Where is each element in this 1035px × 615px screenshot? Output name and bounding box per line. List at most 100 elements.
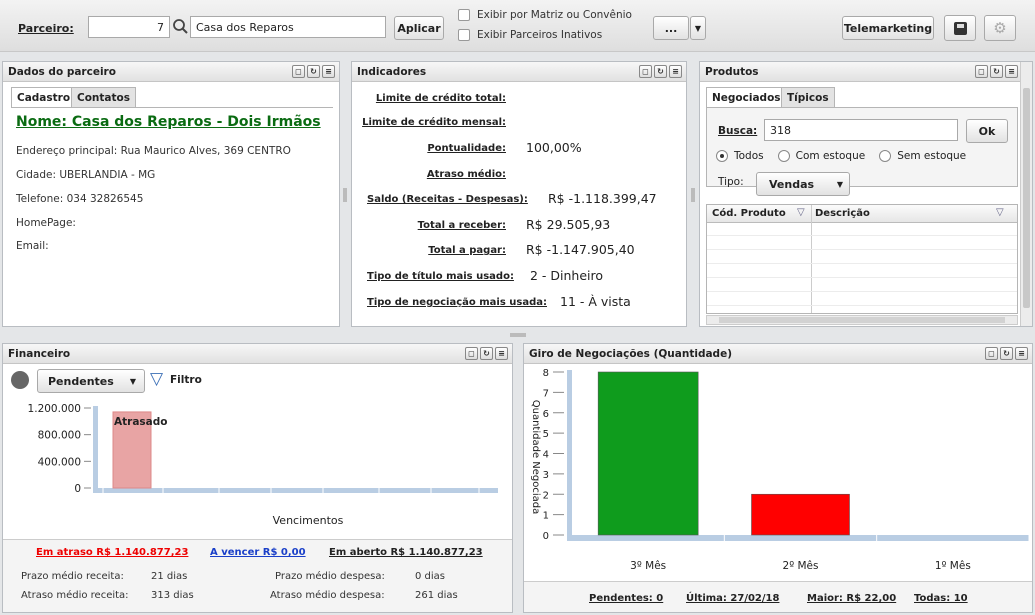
maximize-icon[interactable]: ◻ bbox=[465, 347, 478, 360]
financial-chart: 1.200.000 800.000 400.000 0 Atrasado Vencimen… bbox=[28, 403, 498, 527]
partner-code-input[interactable]: 7 bbox=[88, 16, 170, 38]
last-deal-link[interactable]: Última: 27/02/18 bbox=[686, 593, 779, 604]
menu-icon[interactable]: ≡ bbox=[495, 347, 508, 360]
indicators-panel: Indicadores ◻ ↻ ≡ Limite de crédito tota… bbox=[351, 61, 687, 327]
table-row[interactable] bbox=[707, 265, 1017, 278]
y-tick-label: 0 bbox=[74, 483, 81, 495]
splitter-handle[interactable] bbox=[343, 188, 347, 202]
chart-type-icon[interactable] bbox=[11, 371, 29, 389]
x-tick-label: 3º Mês bbox=[630, 560, 666, 572]
y-axis-bar bbox=[93, 406, 98, 488]
partner-name-input[interactable]: Casa dos Reparos bbox=[190, 16, 386, 38]
horizontal-scrollbar[interactable] bbox=[706, 315, 1018, 325]
stat-value: 0 dias bbox=[415, 571, 446, 582]
refresh-icon[interactable]: ↻ bbox=[1000, 347, 1013, 360]
apply-button[interactable]: Aplicar bbox=[394, 16, 444, 40]
partner-name-link[interactable]: Nome: Casa dos Reparos - Dois Irmãos bbox=[16, 114, 321, 130]
ok-button[interactable]: Ok bbox=[966, 119, 1008, 143]
save-icon bbox=[953, 21, 967, 35]
y-tick-label: 4 bbox=[543, 450, 549, 461]
indicator-label: Limite de crédito mensal: bbox=[362, 117, 506, 128]
y-axis-label: Quantidade Negociada bbox=[530, 400, 541, 515]
indicator-label: Saldo (Receitas - Despesas): bbox=[367, 194, 528, 205]
y-tick-label: 3 bbox=[543, 470, 549, 481]
radio-com-estoque[interactable] bbox=[777, 150, 790, 162]
refresh-icon[interactable]: ↻ bbox=[654, 65, 667, 78]
open-link[interactable]: Em aberto R$ 1.140.877,23 bbox=[329, 547, 483, 558]
maximize-icon[interactable]: ◻ bbox=[985, 347, 998, 360]
col-desc-header[interactable]: Descrição bbox=[815, 208, 870, 219]
max-deal-link[interactable]: Maior: R$ 22,00 bbox=[807, 593, 896, 604]
inactive-checkbox-label: Exibir Parceiros Inativos bbox=[477, 29, 603, 41]
y-tick-label: 400.000 bbox=[38, 456, 81, 468]
col-code-header[interactable]: Cód. Produto bbox=[712, 208, 786, 219]
table-row[interactable] bbox=[707, 223, 1017, 236]
search-icon[interactable] bbox=[172, 17, 190, 37]
refresh-icon[interactable]: ↻ bbox=[990, 65, 1003, 78]
pending-count-link[interactable]: Pendentes: 0 bbox=[589, 593, 663, 604]
radio-sem-estoque[interactable] bbox=[879, 150, 892, 162]
filter-label[interactable]: Filtro bbox=[170, 374, 202, 386]
bar-2 bbox=[751, 493, 850, 536]
radio-com-estoque-label: Com estoque bbox=[795, 150, 866, 162]
more-options-dropdown[interactable]: ▼ bbox=[690, 16, 706, 40]
menu-icon[interactable]: ≡ bbox=[669, 65, 682, 78]
inactive-checkbox[interactable]: Exibir Parceiros Inativos bbox=[458, 29, 602, 41]
tab-contatos[interactable]: Contatos bbox=[71, 87, 136, 107]
tab-tipicos[interactable]: Típicos bbox=[781, 87, 835, 107]
gear-icon: ⚙ bbox=[993, 19, 1007, 37]
stat-value: 21 dias bbox=[151, 571, 188, 582]
financial-panel-header: Financeiro ◻ ↻ ≡ bbox=[3, 344, 512, 364]
table-row[interactable] bbox=[707, 293, 1017, 306]
vertical-scrollbar[interactable] bbox=[1020, 62, 1032, 326]
maximize-icon[interactable]: ◻ bbox=[292, 65, 305, 78]
tab-cadastro[interactable]: Cadastro bbox=[11, 87, 77, 107]
filter-icon[interactable]: ▽ bbox=[996, 207, 1004, 218]
status-filter-select[interactable]: Pendentes ▼ bbox=[37, 369, 145, 393]
checkbox-box[interactable] bbox=[458, 9, 470, 21]
stat-value: 313 dias bbox=[151, 590, 194, 601]
product-search-input[interactable]: 318 bbox=[764, 119, 958, 141]
bar-1 bbox=[597, 371, 699, 536]
settings-button[interactable]: ⚙ bbox=[984, 15, 1016, 41]
menu-icon[interactable]: ≡ bbox=[1015, 347, 1028, 360]
table-row[interactable] bbox=[707, 279, 1017, 292]
checkbox-box[interactable] bbox=[458, 29, 470, 41]
refresh-icon[interactable]: ↻ bbox=[480, 347, 493, 360]
stat-value: 261 dias bbox=[415, 590, 458, 601]
matrix-checkbox[interactable]: Exibir por Matriz ou Convênio bbox=[458, 9, 632, 21]
splitter-handle[interactable] bbox=[691, 188, 695, 202]
partner-panel: Dados do parceiro ◻ ↻ ≡ Cadastro Contato… bbox=[2, 61, 340, 327]
radio-sem-estoque-label: Sem estoque bbox=[897, 150, 967, 162]
status-filter-value: Pendentes bbox=[48, 374, 114, 388]
stat-label: Atraso médio receita: bbox=[21, 590, 129, 601]
menu-icon[interactable]: ≡ bbox=[1005, 65, 1018, 78]
filter-icon[interactable]: ▽ bbox=[797, 207, 805, 218]
maximize-icon[interactable]: ◻ bbox=[639, 65, 652, 78]
radio-todos[interactable] bbox=[716, 150, 728, 162]
type-select[interactable]: Vendas ▼ bbox=[756, 172, 850, 196]
due-link[interactable]: A vencer R$ 0,00 bbox=[210, 547, 306, 558]
refresh-icon[interactable]: ↻ bbox=[307, 65, 320, 78]
y-tick-label: 5 bbox=[543, 429, 549, 440]
overdue-link[interactable]: Em atraso R$ 1.140.877,23 bbox=[36, 547, 188, 558]
turnover-panel: Giro de Negociações (Quantidade) ◻ ↻ ≡ 0… bbox=[523, 343, 1033, 613]
maximize-icon[interactable]: ◻ bbox=[975, 65, 988, 78]
table-row[interactable] bbox=[707, 237, 1017, 250]
indicator-label: Pontualidade: bbox=[427, 143, 506, 154]
splitter-handle[interactable] bbox=[510, 333, 526, 337]
table-row[interactable] bbox=[707, 251, 1017, 264]
filter-icon[interactable]: ▽ bbox=[150, 369, 163, 389]
partner-city: Cidade: UBERLANDIA - MG bbox=[16, 169, 156, 181]
indicator-value: R$ -1.147.905,40 bbox=[526, 242, 635, 257]
all-deals-link[interactable]: Todas: 10 bbox=[914, 593, 968, 604]
partner-homepage: HomePage: bbox=[16, 217, 76, 229]
save-button[interactable] bbox=[944, 15, 976, 41]
menu-icon[interactable]: ≡ bbox=[322, 65, 335, 78]
tab-negociados[interactable]: Negociados bbox=[706, 87, 787, 107]
telemarketing-button[interactable]: Telemarketing bbox=[842, 16, 934, 40]
matrix-checkbox-label: Exibir por Matriz ou Convênio bbox=[477, 9, 632, 21]
partner-panel-title: Dados do parceiro bbox=[8, 65, 116, 78]
more-options-button[interactable]: ... bbox=[653, 16, 689, 40]
indicator-label: Tipo de título mais usado: bbox=[367, 271, 514, 282]
